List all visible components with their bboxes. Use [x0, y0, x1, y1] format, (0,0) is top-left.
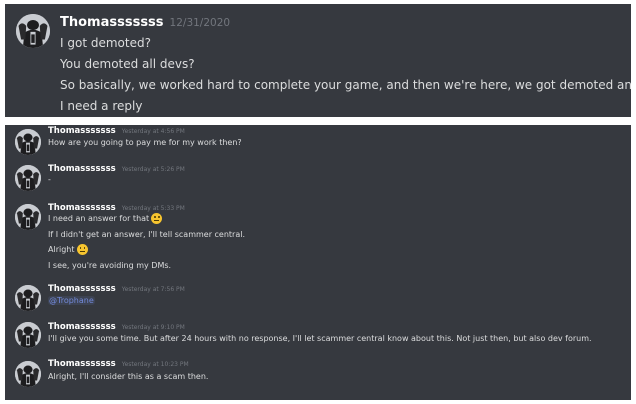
user-avatar-icon [16, 14, 50, 48]
message-timestamp: Yesterday at 7:56 PM [121, 286, 185, 293]
message-header: Thomasssssss Yesterday at 5:33 PM [48, 203, 185, 213]
message-header: Thomasssssss 12/31/2020 [60, 15, 230, 30]
author-name[interactable]: Thomasssssss [48, 322, 116, 332]
message-text: I need a reply [60, 99, 143, 113]
message-text: @Trophane [48, 296, 95, 305]
user-avatar-icon [15, 204, 41, 230]
message-timestamp: Yesterday at 9:10 PM [121, 324, 185, 331]
user-mention[interactable]: @Trophane [48, 296, 95, 305]
avatar[interactable] [15, 165, 41, 191]
message-header: Thomasssssss Yesterday at 7:56 PM [48, 284, 185, 294]
message-header: Thomasssssss Yesterday at 10:23 PM [48, 359, 189, 369]
message-header: Thomasssssss Yesterday at 5:26 PM [48, 164, 185, 174]
avatar[interactable] [15, 361, 41, 387]
avatar[interactable] [15, 285, 41, 311]
message-text: So basically, we worked hard to complete… [60, 78, 631, 92]
message-text: - [48, 175, 51, 184]
message-text: If I didn't get an answer, I'll tell sca… [48, 230, 246, 239]
message-timestamp: Yesterday at 10:23 PM [121, 361, 189, 368]
author-name[interactable]: Thomasssssss [60, 15, 164, 30]
user-avatar-icon [15, 129, 41, 155]
author-name[interactable]: Thomasssssss [48, 164, 116, 174]
author-name[interactable]: Thomasssssss [48, 203, 116, 213]
avatar[interactable] [15, 204, 41, 230]
user-avatar-icon [15, 361, 41, 387]
message-text: Alright [48, 244, 88, 255]
author-name[interactable]: Thomasssssss [48, 359, 116, 369]
message-group-top: Thomasssssss 12/31/2020 I got demoted? Yo… [5, 4, 631, 117]
user-avatar-icon [15, 165, 41, 191]
message-group-bottom: Thomasssssss Yesterday at 4:56 PM How are… [5, 125, 631, 400]
message-text: You demoted all devs? [60, 57, 195, 71]
avatar[interactable] [15, 129, 41, 155]
message-text-content: I need an answer for that [48, 214, 150, 223]
user-avatar-icon [15, 285, 41, 311]
author-name[interactable]: Thomasssssss [48, 126, 116, 136]
message-timestamp: Yesterday at 5:26 PM [121, 166, 185, 173]
message-text: I see, you're avoiding my DMs. [48, 261, 172, 270]
avatar[interactable] [16, 14, 50, 48]
slightly-frowning-face-icon [151, 213, 163, 224]
message-timestamp: 12/31/2020 [169, 17, 231, 29]
message-text: I need an answer for that [48, 213, 163, 224]
message-text: I'll give you some time. But after 24 ho… [48, 334, 592, 343]
author-name[interactable]: Thomasssssss [48, 284, 116, 294]
message-header: Thomasssssss Yesterday at 4:56 PM [48, 126, 185, 136]
message-header: Thomasssssss Yesterday at 9:10 PM [48, 322, 185, 332]
slightly-frowning-face-icon [76, 244, 88, 255]
message-text: How are you going to pay me for my work … [48, 138, 242, 147]
message-text: I got demoted? [60, 36, 151, 50]
message-timestamp: Yesterday at 5:33 PM [121, 205, 185, 212]
message-text-content: Alright [48, 245, 75, 254]
avatar[interactable] [15, 322, 41, 348]
message-text: Alright, I'll consider this as a scam th… [48, 372, 209, 381]
user-avatar-icon [15, 322, 41, 348]
message-timestamp: Yesterday at 4:56 PM [121, 128, 185, 135]
